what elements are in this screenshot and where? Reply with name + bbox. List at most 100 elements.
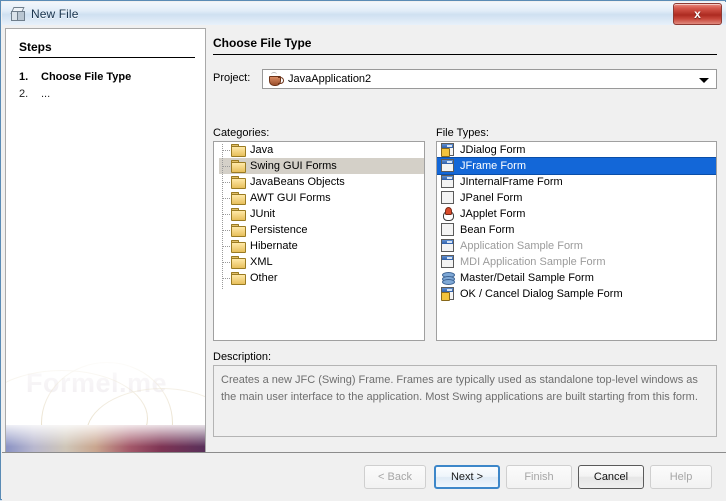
applet-duke-icon xyxy=(440,207,456,221)
app-sample-icon xyxy=(440,239,456,253)
steps-divider xyxy=(19,57,195,58)
list-item[interactable]: Master/Detail Sample Form xyxy=(437,270,716,286)
panel-form-icon xyxy=(440,191,456,205)
tree-branch-icon xyxy=(222,142,231,158)
list-item[interactable]: OK / Cancel Dialog Sample Form xyxy=(437,286,716,302)
chevron-down-icon[interactable] xyxy=(699,78,709,83)
watermark-text: Formel.me xyxy=(26,368,168,398)
list-item-label: JFrame Form xyxy=(460,160,526,172)
folder-icon xyxy=(231,143,246,157)
list-item-label: XML xyxy=(250,256,273,268)
list-item[interactable]: JDialog Form xyxy=(437,142,716,158)
step-number: 1. xyxy=(19,71,29,83)
ok-cancel-dialog-icon xyxy=(440,287,456,301)
button-bar: < Back Next > Finish Cancel Help xyxy=(2,452,726,501)
page-title-divider xyxy=(213,54,717,55)
title-bar: New File x xyxy=(2,2,726,26)
database-icon xyxy=(440,271,456,285)
cube-icon xyxy=(9,6,25,22)
list-item[interactable]: JPanel Form xyxy=(437,190,716,206)
file-types-list[interactable]: JDialog Form JFrame Form JInternalFrame Fo… xyxy=(436,141,717,341)
tree-branch-icon xyxy=(222,270,231,286)
list-item-label: Other xyxy=(250,272,278,284)
next-button[interactable]: Next > xyxy=(434,465,500,489)
new-file-dialog: New File x Steps 1. Choose File Type 2....… xyxy=(0,0,726,501)
main-pane: Choose File Type Project: JavaApplicatio… xyxy=(207,28,723,472)
list-item-label: JApplet Form xyxy=(460,208,526,220)
list-item[interactable]: Swing GUI Forms xyxy=(219,158,424,174)
step-item: 2.... xyxy=(19,86,199,102)
finish-button[interactable]: Finish xyxy=(506,465,572,489)
step-item: 1. Choose File Type xyxy=(19,69,199,85)
tree-branch-icon xyxy=(222,222,231,238)
description-label: Description: xyxy=(213,351,272,363)
list-item[interactable]: MDI Application Sample Form xyxy=(437,254,716,270)
list-item-label: Application Sample Form xyxy=(460,240,583,252)
step-number: 2. xyxy=(19,88,29,100)
tree-branch-icon xyxy=(222,238,231,254)
list-item-label: JavaBeans Objects xyxy=(250,176,345,188)
page-title: Choose File Type xyxy=(213,36,312,50)
list-item[interactable]: AWT GUI Forms xyxy=(219,190,424,206)
tree-branch-icon xyxy=(222,158,231,174)
list-item-label: Master/Detail Sample Form xyxy=(460,272,594,284)
folder-icon xyxy=(231,207,246,221)
categories-label: Categories: xyxy=(213,127,270,139)
java-coffee-cup-icon xyxy=(267,71,284,87)
list-item-label: MDI Application Sample Form xyxy=(460,256,606,268)
list-item[interactable]: Bean Form xyxy=(437,222,716,238)
list-item-label: Swing GUI Forms xyxy=(250,160,337,172)
steps-pane: Steps 1. Choose File Type 2.... Formel.me xyxy=(5,28,206,474)
list-item[interactable]: Java xyxy=(219,142,424,158)
folder-icon xyxy=(231,191,246,205)
list-item-label: JDialog Form xyxy=(460,144,526,156)
internal-frame-icon xyxy=(440,175,456,189)
folder-icon xyxy=(231,159,246,173)
folder-icon xyxy=(231,239,246,253)
tree-branch-icon xyxy=(222,174,231,190)
folder-icon xyxy=(231,223,246,237)
project-value: JavaApplication2 xyxy=(288,73,372,85)
cancel-button[interactable]: Cancel xyxy=(578,465,644,489)
list-item[interactable]: Application Sample Form xyxy=(437,238,716,254)
list-item[interactable]: JFrame Form xyxy=(437,157,716,175)
list-item[interactable]: Other xyxy=(219,270,424,286)
folder-icon xyxy=(231,271,246,285)
steps-heading: Steps xyxy=(19,40,52,54)
step-label: ... xyxy=(41,88,51,100)
frame-form-icon xyxy=(440,159,456,173)
close-icon[interactable]: x xyxy=(673,3,722,25)
steps-list: 1. Choose File Type 2.... xyxy=(19,69,199,103)
list-item-label: AWT GUI Forms xyxy=(250,192,331,204)
list-item-label: OK / Cancel Dialog Sample Form xyxy=(460,288,623,300)
list-item[interactable]: XML xyxy=(219,254,424,270)
categories-list[interactable]: Java Swing GUI Forms JavaBeans Objects AWT … xyxy=(213,141,425,341)
help-button[interactable]: Help xyxy=(650,465,712,489)
mdi-sample-icon xyxy=(440,255,456,269)
folder-icon xyxy=(231,175,246,189)
folder-icon xyxy=(231,255,246,269)
window-title: New File xyxy=(31,6,79,21)
list-item[interactable]: Persistence xyxy=(219,222,424,238)
list-item-label: Java xyxy=(250,144,274,156)
list-item[interactable]: JInternalFrame Form xyxy=(437,174,716,190)
file-types-label: File Types: xyxy=(436,127,489,139)
description-box: Creates a new JFC (Swing) Frame. Frames … xyxy=(213,365,717,437)
list-item-label: JPanel Form xyxy=(460,192,523,204)
list-item-label: Persistence xyxy=(250,224,308,236)
list-item[interactable]: JavaBeans Objects xyxy=(219,174,424,190)
project-row: Project: JavaApplication2 xyxy=(213,69,717,89)
list-item[interactable]: JApplet Form xyxy=(437,206,716,222)
dialog-content: Steps 1. Choose File Type 2.... Formel.me … xyxy=(2,25,726,500)
list-item-label: Hibernate xyxy=(250,240,298,252)
list-item-label: Bean Form xyxy=(460,224,515,236)
list-item-label: JUnit xyxy=(250,208,276,220)
dialog-form-icon xyxy=(440,143,456,157)
list-item-label: JInternalFrame Form xyxy=(460,176,563,188)
list-item[interactable]: JUnit xyxy=(219,206,424,222)
back-button[interactable]: < Back xyxy=(364,465,426,489)
list-item[interactable]: Hibernate xyxy=(219,238,424,254)
tree-branch-icon xyxy=(222,254,231,270)
project-label: Project: xyxy=(213,72,251,84)
project-combobox[interactable]: JavaApplication2 xyxy=(262,69,717,89)
